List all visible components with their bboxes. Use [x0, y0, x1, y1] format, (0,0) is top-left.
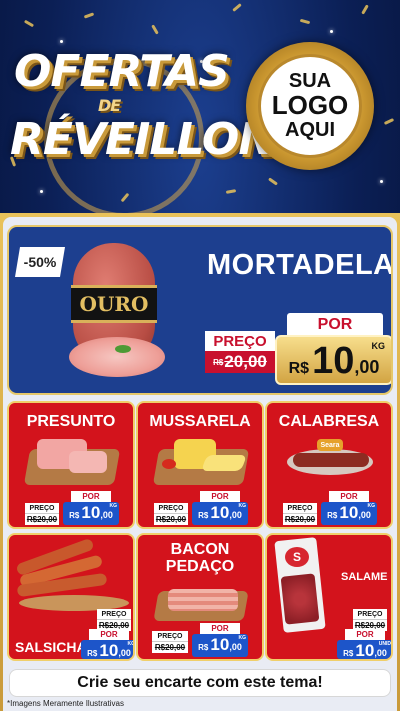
- title-ofertas: OFERTAS: [14, 46, 230, 97]
- product-card-calabresa: CALABRESA Seara PREÇO R$20,00 POR R$ 10,0…: [265, 401, 393, 529]
- featured-product-name: MORTADELA: [207, 249, 393, 281]
- image-disclaimer: *Imagens Meramente Ilustrativas: [7, 699, 124, 708]
- new-price: POR R$ 10,00 KG: [63, 491, 119, 525]
- discount-badge: -50%: [15, 247, 65, 277]
- old-price: PREÇO R$20,00: [97, 609, 131, 631]
- title-de: DE: [98, 96, 121, 115]
- logo-line-3: AQUI: [285, 118, 335, 141]
- new-price: POR R$ 10,00 KG: [81, 629, 133, 659]
- featured-new-price-value: R$ 10 ,00 KG: [275, 335, 391, 385]
- old-price: PREÇO R$20,00: [353, 609, 387, 631]
- logo-line-2: LOGO: [271, 90, 349, 121]
- mortadela-image: OURO: [65, 237, 165, 387]
- product-card-mussarela: MUSSARELA PREÇO R$20,00 POR R$ 10,00 KG: [136, 401, 264, 529]
- product-name: BACON PEDAÇO: [165, 541, 235, 575]
- new-price: POR R$ 10,00 UNID: [337, 629, 391, 659]
- featured-new-price: POR R$ 10 ,00 KG: [275, 313, 391, 385]
- product-name: MUSSARELA: [149, 413, 251, 430]
- featured-old-price-label: PREÇO: [205, 331, 275, 351]
- featured-old-price: PREÇO R$ 20,00: [205, 331, 275, 373]
- logo-placeholder-text: SUA LOGO AQUI: [258, 54, 362, 158]
- new-price: POR R$ 10,00 KG: [192, 491, 248, 525]
- featured-new-price-label: POR: [287, 313, 383, 337]
- seara-logo: Seara: [317, 439, 343, 451]
- product-card-salame: S SALAME PREÇO R$20,00 POR R$ 10,00 UNID: [265, 533, 393, 661]
- new-price: POR R$ 10,00 KG: [321, 491, 377, 525]
- product-name: PRESUNTO: [26, 413, 116, 430]
- offers-panel-inner: -50% OURO MORTADELA PREÇO R$ 20,00 POR R…: [3, 217, 397, 711]
- product-name: SALAME: [341, 571, 388, 583]
- product-name: SALSICHA: [15, 639, 87, 655]
- product-card-bacon-pedaco: BACON PEDAÇO PREÇO R$20,00 POR R$ 10,00 KG: [136, 533, 264, 661]
- old-price: PREÇO R$20,00: [154, 503, 188, 525]
- old-price: PREÇO R$20,00: [283, 503, 317, 525]
- event-title: OFERTAS DE RÉVEILLON: [6, 40, 275, 218]
- product-card-presunto: PRESUNTO PREÇO R$20,00 POR R$ 10,00 KG: [7, 401, 135, 529]
- offers-panel: -50% OURO MORTADELA PREÇO R$ 20,00 POR R…: [0, 213, 400, 711]
- salame-brand-logo: S: [285, 547, 309, 567]
- product-card-salsicha: SALSICHA PREÇO R$20,00 POR R$ 10,00 KG: [7, 533, 135, 661]
- old-price: PREÇO R$20,00: [25, 503, 59, 525]
- logo-line-1: SUA: [288, 70, 332, 93]
- old-price: PREÇO R$20,00: [152, 631, 188, 653]
- featured-price-unit: KG: [371, 341, 386, 351]
- logo-placeholder-badge: SUA LOGO AQUI: [246, 42, 374, 170]
- new-price: POR R$ 10,00 KG: [192, 623, 248, 657]
- product-name: CALABRESA: [278, 413, 380, 430]
- title-reveillon: RÉVEILLON: [10, 114, 275, 165]
- featured-old-price-value: R$ 20,00: [205, 351, 275, 373]
- featured-product-card: -50% OURO MORTADELA PREÇO R$ 20,00 POR R…: [7, 225, 393, 395]
- mortadela-brand: OURO: [79, 292, 149, 316]
- create-flyer-cta[interactable]: Crie seu encarte com este tema!: [9, 669, 391, 697]
